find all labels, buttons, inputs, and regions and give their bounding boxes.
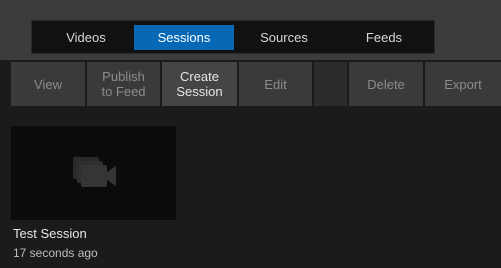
session-title[interactable]: Test Session [13, 226, 87, 241]
tab-feeds[interactable]: Feeds [334, 25, 434, 50]
top-nav-bar: Videos Sessions Sources Feeds [0, 0, 501, 60]
create-session-label: Create Session [176, 69, 222, 99]
action-toolbar: View Publish to Feed Create Session Edit… [0, 62, 501, 106]
publish-label-line2: to Feed [101, 84, 146, 99]
edit-button-label: Edit [264, 76, 287, 92]
create-session-button[interactable]: Create Session [162, 62, 237, 106]
create-label-line2: Session [176, 84, 223, 99]
delete-button-label: Delete [367, 76, 405, 92]
view-button-label: View [34, 76, 62, 92]
tab-bar: Videos Sessions Sources Feeds [31, 20, 435, 54]
tab-sources[interactable]: Sources [234, 25, 334, 50]
delete-button[interactable]: Delete [349, 62, 423, 106]
session-thumbnail[interactable] [11, 126, 176, 220]
export-button-label: Export [444, 76, 482, 92]
export-button[interactable]: Export [425, 62, 501, 106]
tab-videos[interactable]: Videos [36, 25, 136, 50]
video-camera-icon [73, 157, 116, 187]
toolbar-spacer [314, 62, 347, 106]
session-timestamp: 17 seconds ago [13, 246, 98, 260]
tab-sessions[interactable]: Sessions [134, 25, 234, 50]
publish-to-feed-button[interactable]: Publish to Feed [87, 62, 160, 106]
create-label-line1: Create [179, 69, 220, 84]
edit-button[interactable]: Edit [239, 62, 312, 106]
view-button[interactable]: View [11, 62, 85, 106]
publish-to-feed-label: Publish to Feed [101, 69, 145, 99]
publish-label-line1: Publish [102, 69, 145, 84]
